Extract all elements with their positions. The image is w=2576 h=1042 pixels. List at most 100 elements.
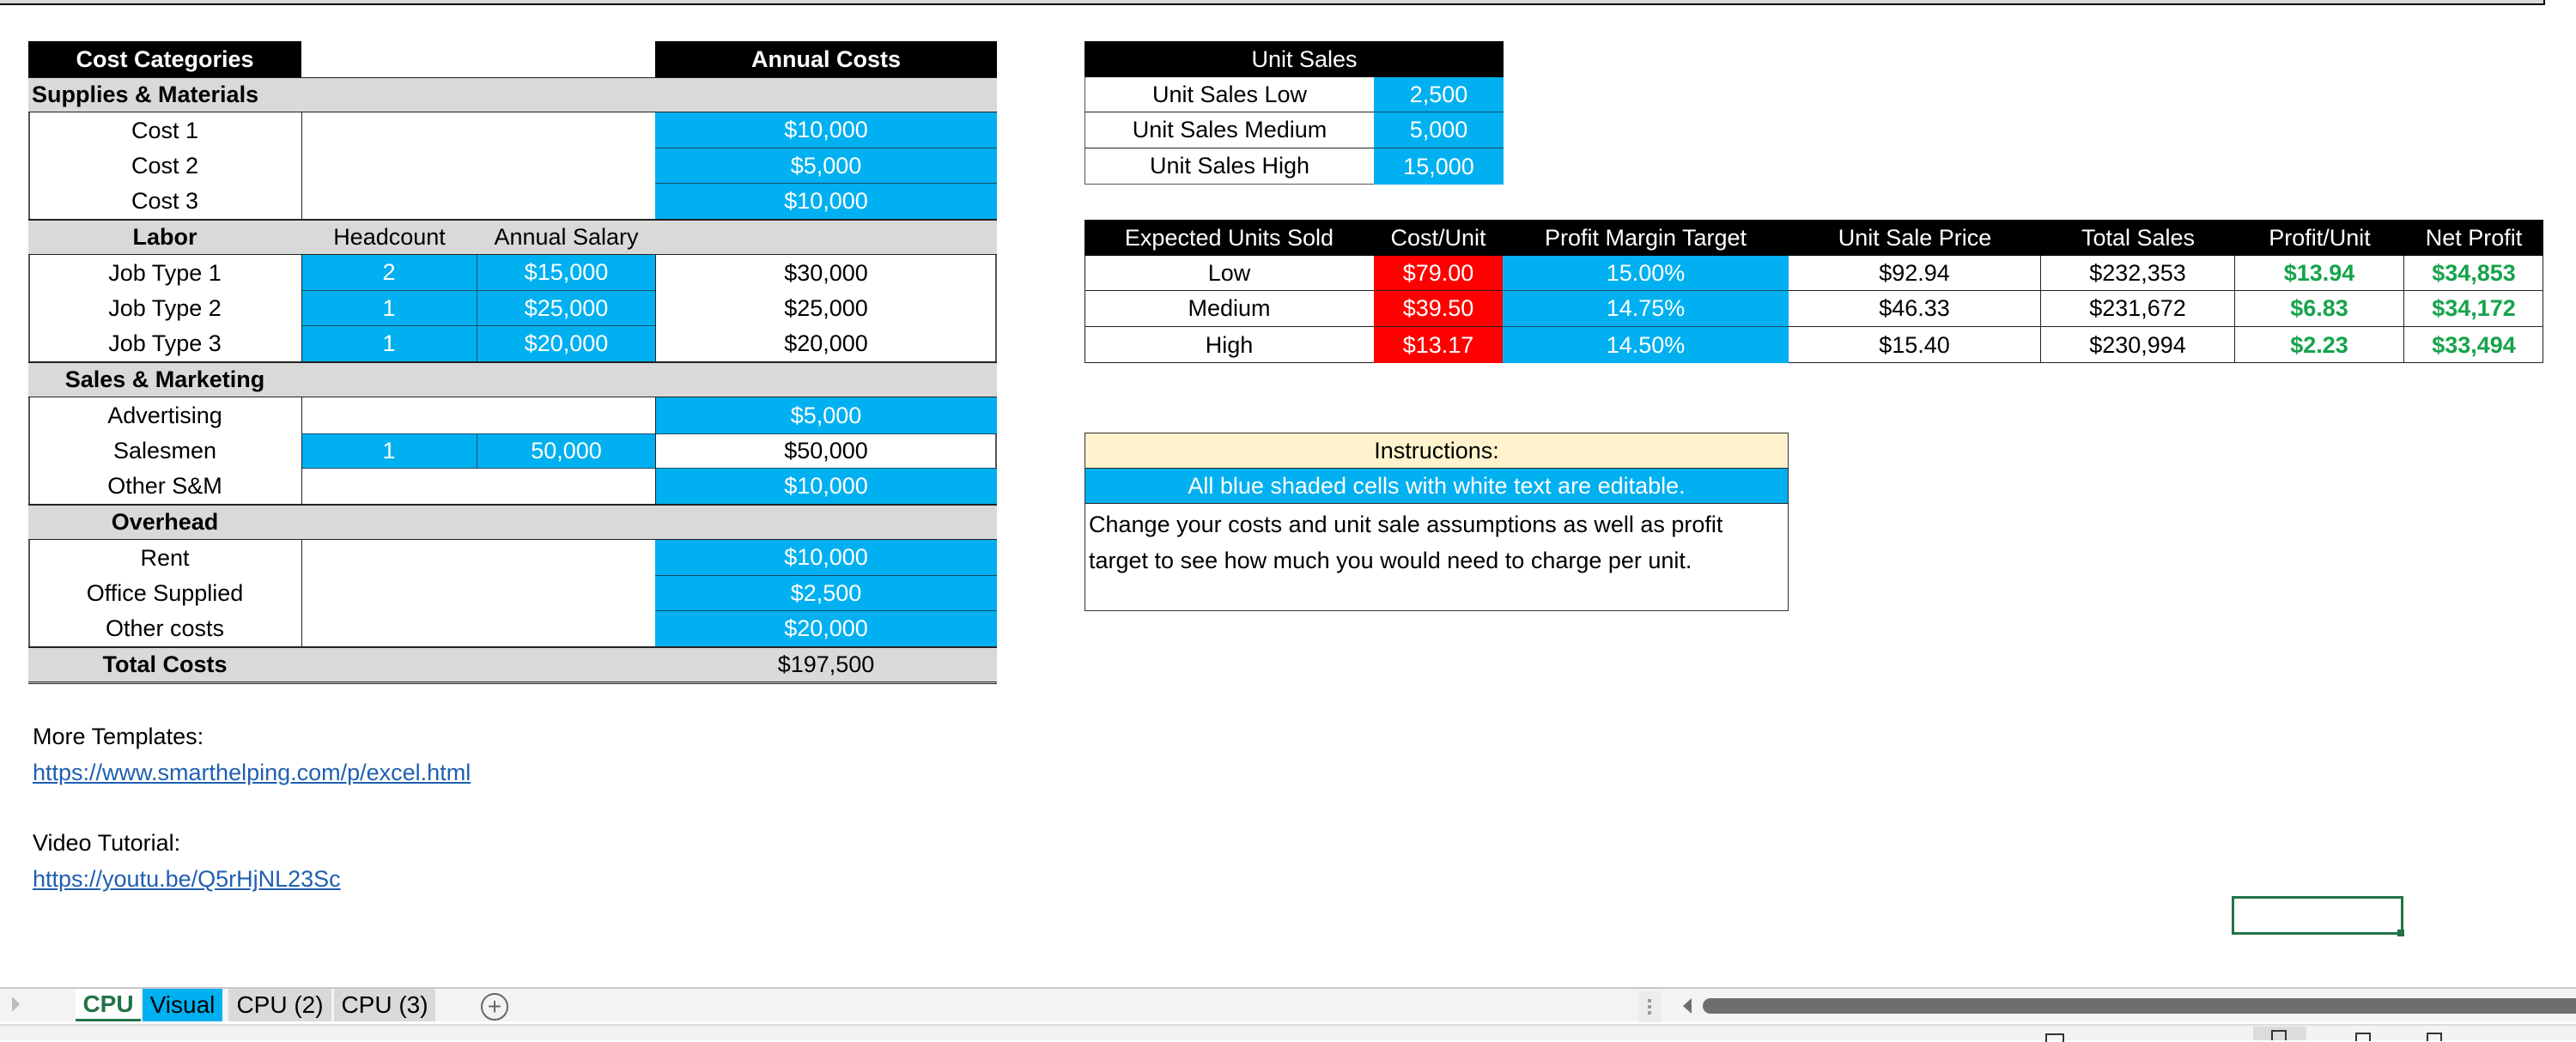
status-bar	[0, 1024, 2576, 1040]
pricing-row-low-total-sales: $232,353	[2041, 256, 2235, 291]
pricing-header-margin: Profit Margin Target	[1503, 220, 1789, 256]
pricing-header-price: Unit Sale Price	[1789, 220, 2041, 256]
job-type-1-salary-input[interactable]: $15,000	[477, 255, 655, 291]
pricing-header-profit-unit: Profit/Unit	[2235, 220, 2404, 256]
unit-sales-medium-label: Unit Sales Medium	[1084, 112, 1374, 148]
other-sm-annual-input[interactable]: $10,000	[655, 469, 997, 504]
row-label-office-supplied: Office Supplied	[86, 580, 244, 606]
row-label-job-type-2: Job Type 2	[108, 295, 222, 321]
divider	[301, 112, 302, 219]
section-labor: Labor	[132, 223, 197, 250]
normal-view-button[interactable]	[2253, 1027, 2306, 1040]
pricing-row-medium-cost-unit: $39.50	[1374, 291, 1503, 327]
job-type-2-headcount-input[interactable]: 1	[301, 291, 477, 326]
more-templates-label: More Templates:	[33, 724, 204, 749]
header-annual-costs: Annual Costs	[655, 41, 997, 77]
top-edge-bar	[0, 0, 2545, 5]
row-label-other-sm: Other S&M	[107, 473, 222, 499]
advertising-annual-input[interactable]: $5,000	[655, 397, 997, 433]
row-label-cost-3: Cost 3	[131, 188, 199, 214]
divider	[301, 397, 302, 504]
section-overhead: Overhead	[111, 508, 219, 535]
job-type-2-salary-input[interactable]: $25,000	[477, 291, 655, 326]
pricing-row-medium-profit-unit: $6.83	[2235, 291, 2404, 327]
instructions-body-line-2: target to see how much you would need to…	[1089, 548, 1692, 573]
video-tutorial-link[interactable]: https://youtu.be/Q5rHjNL23Sc	[33, 866, 341, 893]
pricing-row-medium-price: $46.33	[1789, 291, 2041, 327]
total-costs-label: Total Costs	[102, 651, 228, 677]
row-label-other-costs: Other costs	[105, 615, 225, 641]
salesmen-annual: $50,000	[655, 433, 997, 469]
scroll-left-icon[interactable]	[1683, 998, 1692, 1014]
job-type-3-annual: $20,000	[784, 330, 868, 356]
row-label-job-type-1: Job Type 1	[108, 259, 222, 286]
unit-sales-title: Unit Sales	[1084, 41, 1504, 77]
office-supplied-annual-input[interactable]: $2,500	[655, 576, 997, 611]
job-type-3-headcount-input[interactable]: 1	[301, 326, 477, 361]
pricing-header-cost-unit: Cost/Unit	[1374, 220, 1503, 256]
section-supplies: Supplies & Materials	[28, 77, 997, 112]
pricing-row-low-profit-unit: $13.94	[2235, 256, 2404, 291]
salesmen-salary-input[interactable]: 50,000	[477, 433, 655, 469]
row-label-rent: Rent	[140, 544, 190, 571]
other-costs-annual-input[interactable]: $20,000	[655, 611, 997, 646]
unit-sales-medium-input[interactable]: 5,000	[1374, 112, 1504, 148]
cost-2-annual-input[interactable]: $5,000	[655, 148, 997, 184]
pricing-row-medium-total-sales: $231,672	[2041, 291, 2235, 327]
unit-sales-high-input[interactable]: 15,000	[1374, 148, 1504, 185]
row-label-salesmen: Salesmen	[112, 438, 217, 463]
sheet-tab-cpu-3[interactable]: CPU (3)	[334, 989, 435, 1021]
pricing-row-low-margin-input[interactable]: 15.00%	[1503, 256, 1789, 291]
pricing-header-total-sales: Total Sales	[2041, 220, 2235, 256]
instructions-title: Instructions:	[1085, 433, 1788, 469]
labor-headcount-header: Headcount	[333, 223, 446, 250]
pricing-row-medium-net-profit: $34,172	[2404, 291, 2543, 327]
sheet-tab-visual[interactable]: Visual	[143, 989, 222, 1021]
pricing-row-low-net-profit: $34,853	[2404, 256, 2543, 291]
unit-sales-low-input[interactable]: 2,500	[1374, 77, 1504, 112]
rent-annual-input[interactable]: $10,000	[655, 540, 997, 576]
job-type-2-annual: $25,000	[784, 295, 868, 321]
fill-handle[interactable]	[2397, 930, 2404, 936]
unit-sales-low-label: Unit Sales Low	[1084, 77, 1374, 112]
pricing-row-medium-label: Medium	[1084, 291, 1374, 327]
total-costs-value: $197,500	[777, 651, 875, 677]
pricing-row-high-cost-unit: $13.17	[1374, 327, 1503, 363]
pricing-row-high-label: High	[1205, 331, 1254, 358]
divider	[301, 255, 302, 361]
pricing-row-medium-margin-input[interactable]: 14.75%	[1503, 291, 1789, 327]
cost-3-annual-input[interactable]: $10,000	[655, 184, 997, 219]
cost-1-annual-input[interactable]: $10,000	[655, 112, 997, 148]
pricing-row-high-price: $15.40	[1789, 327, 2041, 363]
pricing-row-high-total-sales: $230,994	[2041, 327, 2235, 363]
instructions-editable-note: All blue shaded cells with white text ar…	[1085, 469, 1788, 504]
divider	[655, 255, 656, 361]
more-templates-link[interactable]: https://www.smarthelping.com/p/excel.htm…	[33, 760, 471, 786]
job-type-1-headcount-input[interactable]: 2	[301, 255, 477, 291]
pricing-header-units: Expected Units Sold	[1084, 220, 1374, 256]
pricing-row-low-label: Low	[1084, 256, 1374, 291]
divider	[655, 397, 656, 504]
accessibility-icon[interactable]	[2045, 1033, 2064, 1042]
horizontal-scrollbar-thumb[interactable]	[1703, 998, 2576, 1014]
row-label-cost-1: Cost 1	[131, 117, 199, 143]
add-sheet-icon[interactable]: +	[481, 993, 508, 1021]
divider	[301, 540, 302, 646]
job-type-3-salary-input[interactable]: $20,000	[477, 326, 655, 361]
row-label-advertising: Advertising	[107, 402, 222, 428]
normal-view-icon	[2271, 1030, 2287, 1040]
grip-dot	[1648, 999, 1651, 1003]
header-blank[interactable]	[301, 41, 655, 77]
row-label-job-type-3: Job Type 3	[108, 330, 222, 356]
tab-split-handle[interactable]	[1638, 991, 1661, 1022]
instructions-body: Change your costs and unit sale assumpti…	[1089, 506, 1784, 579]
scroll-tabs-right-icon[interactable]	[12, 997, 20, 1012]
pricing-header-net-profit: Net Profit	[2404, 220, 2543, 256]
pricing-row-high-margin-input[interactable]: 14.50%	[1503, 327, 1789, 363]
sheet-tab-cpu-2[interactable]: CPU (2)	[228, 989, 331, 1021]
selected-cell[interactable]	[2232, 896, 2403, 935]
sheet-tab-cpu[interactable]: CPU	[76, 989, 141, 1021]
salesmen-headcount-input[interactable]: 1	[301, 433, 477, 469]
grip-dot	[1648, 1005, 1651, 1009]
row-label-cost-2: Cost 2	[131, 153, 199, 179]
